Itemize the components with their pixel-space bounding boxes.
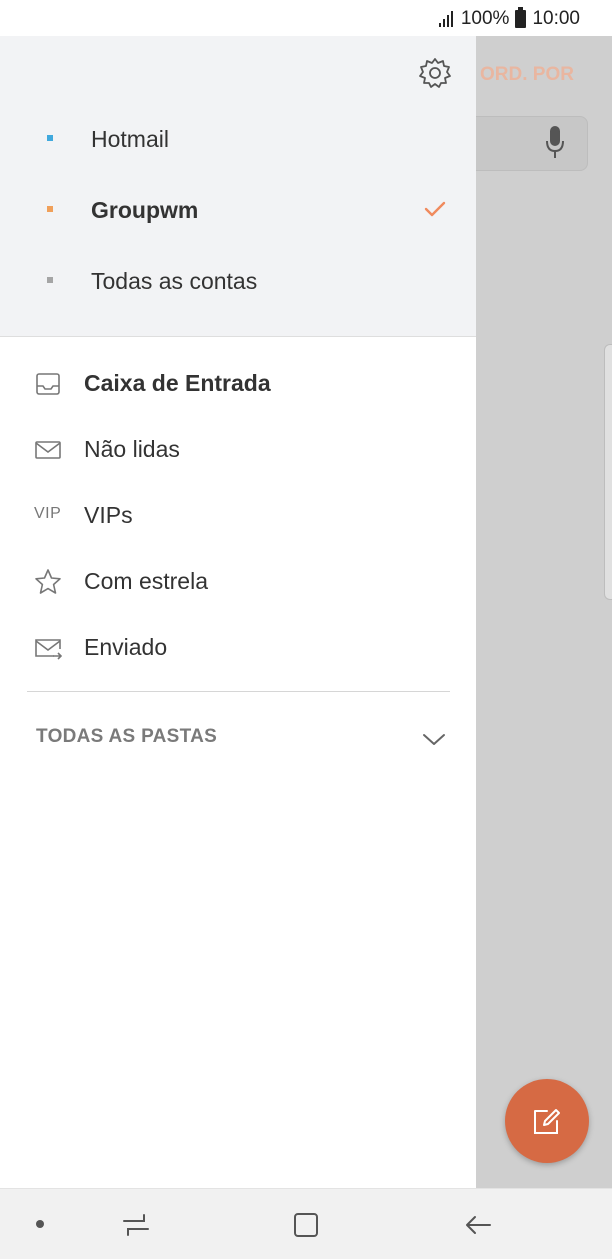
- folder-item-inbox[interactable]: Caixa de Entrada: [0, 354, 476, 412]
- folder-label: Enviado: [84, 634, 168, 660]
- home-icon[interactable]: [290, 1209, 322, 1241]
- system-navigation-bar: [0, 1188, 612, 1259]
- status-bar: 100% 10:00: [0, 0, 612, 36]
- gear-icon[interactable]: [418, 56, 452, 90]
- folder-label: Caixa de Entrada: [84, 370, 271, 396]
- account-label: Todas as contas: [91, 268, 258, 294]
- sort-button[interactable]: ORD. POR: [480, 64, 574, 86]
- battery-percent: 100%: [460, 8, 510, 29]
- status-indicators: 100% 10:00: [438, 7, 580, 30]
- account-label: Hotmail: [91, 126, 169, 152]
- divider: [27, 691, 450, 692]
- vip-icon: VIP: [34, 505, 62, 522]
- envelope-icon: [35, 441, 61, 459]
- signal-icon: [438, 11, 453, 27]
- nav-dot-icon[interactable]: [36, 1220, 44, 1228]
- microphone-icon[interactable]: [546, 126, 564, 160]
- navigation-drawer: Hotmail Groupwm Todas as contas Caixa de…: [0, 36, 476, 1188]
- accounts-section: Hotmail Groupwm Todas as contas: [0, 36, 476, 337]
- battery-icon: [515, 7, 527, 28]
- account-item-hotmail[interactable]: Hotmail: [0, 109, 476, 169]
- account-item-all-accounts[interactable]: Todas as contas: [0, 251, 476, 311]
- account-item-groupwm[interactable]: Groupwm: [0, 180, 476, 240]
- folder-label: Não lidas: [84, 436, 180, 462]
- clock: 10:00: [532, 8, 580, 29]
- chevron-down-icon[interactable]: [420, 730, 448, 748]
- folder-label: VIPs: [84, 502, 133, 528]
- folder-label: Com estrela: [84, 568, 208, 594]
- checkmark-icon: [424, 201, 446, 217]
- account-label: Groupwm: [91, 197, 199, 223]
- folder-item-starred[interactable]: Com estrela: [0, 552, 476, 610]
- account-color-dot: [47, 206, 53, 212]
- compose-icon: [534, 1109, 560, 1134]
- star-icon: [35, 569, 61, 594]
- back-arrow-icon[interactable]: [462, 1209, 494, 1241]
- compose-button[interactable]: [505, 1079, 589, 1163]
- search-bar[interactable]: [460, 116, 588, 171]
- scrollbar[interactable]: [604, 344, 612, 600]
- account-color-dot: [47, 277, 53, 283]
- inbox-icon: [36, 373, 60, 395]
- recent-apps-icon[interactable]: [120, 1209, 152, 1241]
- folder-item-sent[interactable]: Enviado: [0, 618, 476, 676]
- all-folders-header[interactable]: TODAS AS PASTAS: [36, 726, 217, 748]
- folder-item-unread[interactable]: Não lidas: [0, 420, 476, 478]
- folder-item-vips[interactable]: VIP VIPs: [0, 486, 476, 544]
- sent-icon: [35, 639, 62, 660]
- account-color-dot: [47, 135, 53, 141]
